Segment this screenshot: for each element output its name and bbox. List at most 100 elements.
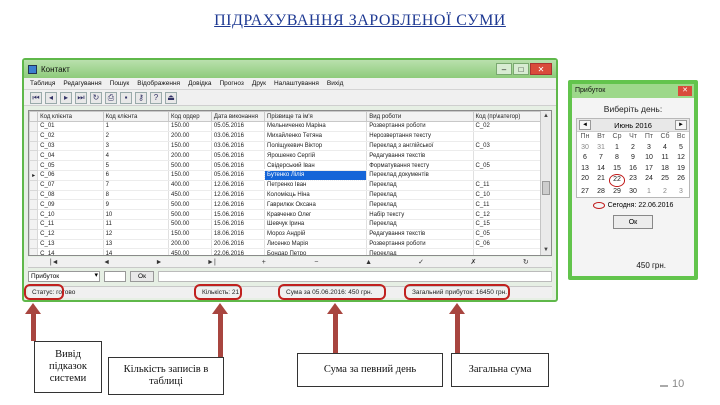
calendar-day[interactable]: 10 <box>641 153 657 164</box>
table-cell[interactable]: Бондар Петро <box>264 248 368 255</box>
calendar-day[interactable]: 20 <box>577 174 593 187</box>
calendar-day[interactable]: 4 <box>657 143 673 154</box>
prev-month-icon[interactable]: ◄ <box>579 120 591 130</box>
table-cell[interactable]: 15.06.2016 <box>211 209 266 220</box>
calendar-day[interactable]: 30 <box>625 187 641 198</box>
table-row[interactable]: С_02 2 200.00 03.06.2016 Михайленко Тетяна Не… <box>29 130 542 142</box>
table-cell[interactable]: С_09 <box>37 199 104 211</box>
row-indicator[interactable] <box>29 150 39 162</box>
table-row[interactable]: С_13 13 200.00 20.06.2016 Лисенко Марія Розве… <box>29 238 542 250</box>
table-cell[interactable]: С_07 <box>37 180 104 191</box>
table-cell[interactable]: 13 <box>103 239 169 250</box>
table-row[interactable]: С_04 4 200.00 05.06.2016 Ярошенко Сергій Реда… <box>29 150 542 162</box>
table-cell[interactable]: С_03 <box>37 141 104 152</box>
main-window-titlebar[interactable]: Контакт – □ ✕ <box>24 60 556 78</box>
column-header[interactable]: Код клієнта <box>102 111 169 122</box>
navigator-button[interactable]: ✓ <box>395 258 447 266</box>
table-row[interactable]: С_11 11 500.00 15.06.2016 Шевчук Ірина Перекл… <box>29 218 542 230</box>
calendar-day[interactable]: 21 <box>593 174 609 187</box>
table-cell[interactable]: 05.06.2016 <box>211 160 266 171</box>
table-row[interactable]: С_09 9 500.00 12.06.2016 Гаврилюк Оксана Пере… <box>29 199 542 211</box>
table-cell[interactable]: 5 <box>103 160 169 171</box>
row-indicator[interactable] <box>29 121 39 132</box>
table-cell[interactable]: С_10 <box>473 190 542 201</box>
table-cell[interactable]: 8 <box>103 190 169 201</box>
table-cell[interactable]: 9 <box>103 199 169 211</box>
calendar-day[interactable]: 14 <box>593 164 609 175</box>
table-cell[interactable]: 7 <box>103 180 169 191</box>
filter-select[interactable]: Прибуток <box>28 270 100 282</box>
calendar-close-icon[interactable]: ✕ <box>678 86 692 96</box>
navigator-button[interactable]: − <box>290 259 342 266</box>
table-cell[interactable]: С_15 <box>473 219 542 230</box>
table-cell[interactable]: Мороз Андрій <box>264 229 368 240</box>
first-icon[interactable]: ⏮ <box>30 91 42 104</box>
table-cell[interactable]: С_05 <box>473 160 542 171</box>
table-cell[interactable]: Михайленко Тетяна <box>264 131 368 142</box>
table-cell[interactable]: Редагування текстів <box>366 150 474 162</box>
filter-input[interactable] <box>104 270 126 282</box>
table-cell[interactable]: 500.00 <box>168 199 212 211</box>
table-cell[interactable]: С_06 <box>473 239 542 250</box>
table-cell[interactable]: 03.06.2016 <box>211 131 266 142</box>
maximize-icon[interactable]: □ <box>513 63 529 75</box>
table-cell[interactable]: С_11 <box>473 180 542 191</box>
vertical-scrollbar[interactable]: ▲ ▼ <box>540 111 551 255</box>
refresh-icon[interactable]: ↻ <box>90 91 102 104</box>
table-cell[interactable]: 05.06.2016 <box>211 150 266 162</box>
table-cell[interactable]: 450.00 <box>168 190 212 201</box>
table-cell[interactable]: 10 <box>103 209 169 220</box>
table-cell[interactable]: Нерозвертання тексту <box>366 131 474 142</box>
prev-icon[interactable]: ◂ <box>45 91 57 104</box>
table-cell[interactable]: С_11 <box>37 219 104 230</box>
next-icon[interactable]: ▸ <box>60 91 72 104</box>
table-row[interactable]: С_01 1 150.00 05.05.2016 Мельниченко Маріна Р… <box>29 121 542 132</box>
row-indicator[interactable] <box>29 199 39 211</box>
table-cell[interactable]: 05.06.2016 <box>211 170 266 181</box>
menu-item[interactable]: Таблиця <box>30 78 55 89</box>
table-cell[interactable]: С_04 <box>37 150 104 162</box>
navigator-button[interactable]: ↻ <box>500 258 552 266</box>
calendar-day[interactable]: 12 <box>673 153 689 164</box>
next-month-icon[interactable]: ► <box>675 120 687 130</box>
table-cell[interactable]: Переклад <box>366 180 474 191</box>
calendar-day[interactable]: 18 <box>657 164 673 175</box>
calendar-day[interactable]: 27 <box>577 187 593 198</box>
calendar-ok-button[interactable]: Ок <box>613 215 653 229</box>
table-cell[interactable]: 15.06.2016 <box>211 219 266 230</box>
calendar-today[interactable]: Сегодня: 22.06.2016 <box>572 202 694 209</box>
table-row[interactable]: ▸ С_06 6 150.00 05.06.2016 Бутенко Лілія Перек… <box>29 169 542 182</box>
calendar-day[interactable]: 6 <box>577 153 593 164</box>
calendar-day[interactable]: 29 <box>609 187 625 198</box>
scroll-up-icon[interactable]: ▲ <box>541 111 551 121</box>
exit-icon[interactable]: ⏏ <box>165 91 177 104</box>
row-indicator[interactable]: ▸ <box>29 169 39 181</box>
table-cell[interactable]: Переклад <box>366 219 474 230</box>
table-row[interactable]: С_08 8 450.00 12.06.2016 Коломієць Ніна Перек… <box>29 189 542 201</box>
table-cell[interactable]: Ярошенко Сергій <box>264 150 368 162</box>
table-cell[interactable]: 150.00 <box>168 170 212 181</box>
calendar-day[interactable]: 24 <box>641 174 657 187</box>
calendar-day[interactable]: 8 <box>609 153 625 164</box>
calendar-day[interactable]: 25 <box>657 174 673 187</box>
save-icon[interactable]: ▪ <box>120 91 132 104</box>
row-indicator[interactable] <box>29 238 39 250</box>
table-row[interactable]: С_03 3 150.00 03.06.2016 Поліщукевич Віктор П… <box>29 140 542 152</box>
column-header[interactable]: Прізвище та ім'я <box>264 111 368 122</box>
table-cell[interactable]: Кравченко Олег <box>264 209 368 220</box>
table-cell[interactable]: С_03 <box>473 141 542 152</box>
calendar-day[interactable]: 16 <box>625 164 641 175</box>
table-cell[interactable]: 150.00 <box>168 229 212 240</box>
table-cell[interactable]: 03.06.2016 <box>211 141 266 152</box>
column-header[interactable]: Дата виконання <box>210 111 266 122</box>
row-indicator[interactable] <box>29 160 39 171</box>
table-cell[interactable]: 11 <box>103 219 169 230</box>
table-cell[interactable]: 12.06.2016 <box>211 190 266 201</box>
calendar-day[interactable]: 30 <box>577 143 593 154</box>
table-cell[interactable]: 500.00 <box>168 219 212 230</box>
table-cell[interactable]: С_12 <box>37 229 104 240</box>
table-cell[interactable]: С_10 <box>37 209 104 220</box>
print-icon[interactable]: ⎙ <box>105 91 117 104</box>
scroll-thumb[interactable] <box>542 181 550 195</box>
table-cell[interactable]: 400.00 <box>168 180 212 191</box>
